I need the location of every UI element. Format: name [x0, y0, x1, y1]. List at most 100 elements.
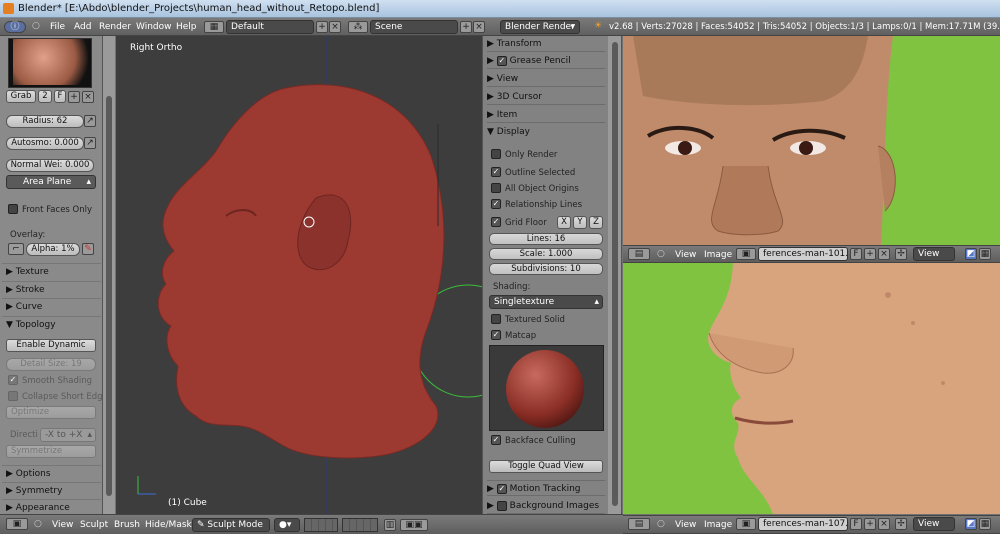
image-browse-icon[interactable]: ▣: [736, 248, 756, 260]
shading-dropdown[interactable]: Singletexture ▴: [489, 295, 603, 309]
grid-scale-field[interactable]: Scale: 1.000: [489, 248, 603, 260]
viewport-shading-dropdown[interactable]: ●▾: [274, 518, 300, 532]
grease-pencil-checkbox[interactable]: ✓: [496, 55, 507, 66]
matcap-preview[interactable]: [489, 345, 604, 431]
symmetrize-button[interactable]: Symmetrize: [6, 445, 96, 458]
image-browse-icon[interactable]: ▣: [736, 518, 756, 530]
detail-size-slider[interactable]: Detail Size: 19: [6, 358, 96, 371]
image-name-field[interactable]: ferences-man-101.jpg: [758, 247, 848, 261]
textured-solid-checkbox[interactable]: [491, 314, 501, 324]
add-layout-button[interactable]: +: [316, 21, 328, 33]
3d-viewport[interactable]: Right Ortho (1) Cube: [116, 36, 482, 514]
section-stroke[interactable]: ▶ Stroke: [2, 281, 101, 297]
collapse-short-checkbox[interactable]: [8, 391, 18, 401]
axis-z-toggle[interactable]: Z: [589, 216, 603, 229]
axis-y-toggle[interactable]: Y: [573, 216, 587, 229]
remove-image-button[interactable]: ×: [878, 518, 890, 530]
editor-type-icon[interactable]: ⓘ: [4, 21, 26, 33]
mode-dropdown[interactable]: ✎ Sculpt Mode: [192, 518, 270, 532]
panel-view[interactable]: ▶ View: [487, 71, 605, 87]
panel-item[interactable]: ▶ Item: [487, 107, 605, 123]
outline-selected-checkbox[interactable]: ✓: [491, 167, 501, 177]
menu-view[interactable]: View: [675, 520, 696, 530]
image-editor-top[interactable]: [623, 36, 1000, 245]
image-mode-dropdown[interactable]: View: [913, 517, 955, 531]
autosmooth-pressure-icon[interactable]: ↗: [84, 137, 96, 149]
brush-preview[interactable]: [8, 38, 92, 88]
axis-x-toggle[interactable]: X: [557, 216, 571, 229]
menu-add[interactable]: Add: [74, 22, 91, 32]
relationship-lines-checkbox[interactable]: ✓: [491, 199, 501, 209]
enable-dynamic-button[interactable]: Enable Dynamic: [6, 339, 96, 352]
menu-image[interactable]: Image: [704, 250, 732, 260]
sculpt-plane-dropdown[interactable]: Area Plane ▴: [6, 175, 96, 189]
menu-file[interactable]: File: [50, 22, 65, 32]
fake-user-button[interactable]: F: [850, 248, 862, 260]
panel-scrollbar[interactable]: [608, 36, 622, 514]
fake-user-button[interactable]: F: [54, 90, 66, 103]
panel-motion-tracking[interactable]: ▶ ✓ Motion Tracking: [487, 480, 605, 496]
add-scene-button[interactable]: +: [460, 21, 472, 33]
add-image-button[interactable]: +: [864, 518, 876, 530]
remove-scene-button[interactable]: ×: [473, 21, 485, 33]
only-render-checkbox[interactable]: [491, 149, 501, 159]
layer-lock-icon[interactable]: ▥: [384, 519, 396, 531]
menu-sculpt[interactable]: Sculpt: [80, 520, 108, 530]
toolshelf-scrollbar[interactable]: [103, 36, 115, 514]
background-images-checkbox[interactable]: [496, 500, 507, 511]
scrollbar-thumb[interactable]: [106, 96, 112, 496]
section-appearance[interactable]: ▶ Appearance: [2, 499, 101, 515]
overlay-alpha-slider[interactable]: Alpha: 1%: [26, 243, 80, 256]
editor-type-icon[interactable]: ▤: [628, 248, 650, 260]
matcap-checkbox[interactable]: ✓: [491, 330, 501, 340]
section-topology[interactable]: ▼ Topology: [2, 316, 101, 332]
layers-grid-2[interactable]: [342, 518, 378, 532]
remove-brush-button[interactable]: ×: [82, 91, 94, 103]
remove-image-button[interactable]: ×: [878, 248, 890, 260]
editor-type-icon[interactable]: ▣: [6, 518, 28, 530]
scene-field[interactable]: Scene: [370, 20, 458, 34]
render-preview-icon[interactable]: ▣▣: [400, 519, 428, 531]
fake-user-button[interactable]: F: [850, 518, 862, 530]
optimize-button[interactable]: Optimize: [6, 406, 96, 419]
motion-tracking-checkbox[interactable]: ✓: [496, 483, 507, 494]
scene-icon[interactable]: ⁂: [348, 21, 368, 33]
pin-icon[interactable]: ✢: [895, 248, 907, 260]
brush-users-field[interactable]: 2: [38, 90, 52, 103]
grid-lines-field[interactable]: Lines: 16: [489, 233, 603, 245]
menu-view[interactable]: View: [675, 250, 696, 260]
scrollbar-thumb[interactable]: [612, 42, 618, 506]
normal-weight-slider[interactable]: Normal Wei: 0.000: [6, 159, 94, 172]
screen-layout-icon[interactable]: ▦: [204, 21, 224, 33]
grid-subdivisions-field[interactable]: Subdivisions: 10: [489, 263, 603, 275]
panel-3d-cursor[interactable]: ▶ 3D Cursor: [487, 89, 605, 105]
remove-layout-button[interactable]: ×: [329, 21, 341, 33]
menu-hide-mask[interactable]: Hide/Mask: [145, 520, 192, 530]
image-name-field[interactable]: ferences-man-107.jpg: [758, 517, 848, 531]
menu-render[interactable]: Render: [99, 22, 131, 32]
layout-field[interactable]: Default: [226, 20, 314, 34]
autosmooth-slider[interactable]: Autosmo: 0.000: [6, 137, 84, 150]
image-mode-dropdown[interactable]: View: [913, 247, 955, 261]
alpha-channel-icon[interactable]: ▦: [979, 518, 991, 530]
section-options[interactable]: ▶ Options: [2, 465, 101, 481]
panel-transform[interactable]: ▶ Transform: [487, 36, 605, 52]
render-engine-dropdown[interactable]: Blender Render ▾: [500, 20, 580, 34]
add-image-button[interactable]: +: [864, 248, 876, 260]
layers-grid-1[interactable]: [304, 518, 338, 532]
front-faces-checkbox[interactable]: [8, 204, 18, 214]
add-brush-button[interactable]: +: [68, 91, 80, 103]
menu-view[interactable]: View: [52, 520, 73, 530]
grid-floor-checkbox[interactable]: ✓: [491, 217, 501, 227]
eyedropper-icon[interactable]: ✎: [82, 243, 94, 255]
draw-channels-icon[interactable]: ◩: [965, 518, 977, 530]
brush-name-field[interactable]: Grab: [6, 90, 36, 103]
menu-window[interactable]: Window: [136, 22, 172, 32]
menu-help[interactable]: Help: [176, 22, 197, 32]
radius-pressure-icon[interactable]: ↗: [84, 115, 96, 127]
section-symmetry[interactable]: ▶ Symmetry: [2, 482, 101, 498]
smooth-shading-checkbox[interactable]: ✓: [8, 375, 18, 385]
all-object-origins-checkbox[interactable]: [491, 183, 501, 193]
panel-display[interactable]: ▼ Display: [487, 124, 605, 140]
section-curve[interactable]: ▶ Curve: [2, 298, 101, 314]
